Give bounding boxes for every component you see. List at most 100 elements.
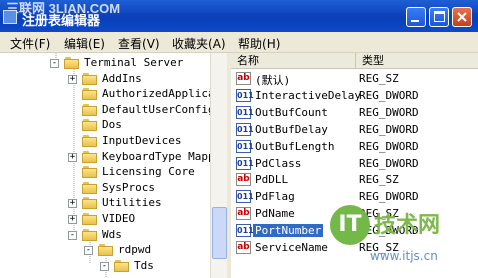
- tree-item-label: InputDevices: [102, 134, 182, 147]
- column-header-name[interactable]: 名称: [231, 53, 355, 69]
- title-bar: 三联网 3LIAN.COM 注册表编辑器: [0, 0, 478, 32]
- tree-item-label: Licensing Core: [102, 165, 195, 179]
- dword-value-icon: 011: [236, 105, 254, 119]
- folder-icon: [82, 135, 98, 147]
- value-name: InteractiveDelay: [255, 88, 361, 102]
- string-value-icon: ab: [236, 173, 251, 187]
- dword-value-icon: 011: [236, 190, 254, 204]
- registry-tree[interactable]: - Terminal Server + AddIns AuthorizedApplica…: [0, 53, 210, 278]
- collapse-icon[interactable]: -: [84, 246, 93, 256]
- expand-icon[interactable]: +: [68, 199, 77, 209]
- folder-icon: [82, 72, 98, 85]
- tree-item-label: AddIns: [102, 71, 142, 85]
- value-row[interactable]: 011 InteractiveDelay REG_DWORD: [231, 87, 478, 104]
- dword-value-icon: 011: [236, 139, 254, 153]
- value-type: REG_SZ: [359, 173, 399, 187]
- folder-icon: [82, 88, 98, 101]
- tree-scrollbar[interactable]: [210, 53, 228, 278]
- column-header-type[interactable]: 类型: [355, 53, 478, 69]
- tree-item[interactable]: - Tds: [0, 258, 210, 274]
- tree-item-label: Wds: [102, 227, 122, 241]
- tree-item[interactable]: AuthorizedApplica: [0, 86, 210, 102]
- tree-item[interactable]: + KeyboardType Mapp:: [0, 149, 210, 165]
- tree-item-label: SysProcs: [102, 180, 155, 194]
- value-name: PortNumber: [253, 224, 324, 238]
- value-type: REG_DWORD: [359, 190, 419, 204]
- tree-item-label: Terminal Server: [84, 56, 184, 69]
- folder-icon: [82, 197, 98, 210]
- tree-item[interactable]: + AddIns: [0, 71, 210, 87]
- maximize-button[interactable]: [429, 7, 449, 27]
- value-name: OutBufDelay: [255, 122, 328, 136]
- expand-icon[interactable]: +: [68, 152, 77, 162]
- dword-value-icon: 011: [236, 88, 254, 102]
- folder-icon: [114, 259, 130, 272]
- folder-icon: [82, 181, 98, 194]
- dword-value-icon: 011: [236, 224, 254, 238]
- menu-view[interactable]: 查看(V): [118, 35, 160, 52]
- value-row[interactable]: 011 OutBufDelay REG_DWORD: [231, 121, 478, 138]
- menu-edit[interactable]: 编辑(E): [64, 35, 105, 52]
- tree-item[interactable]: InputDevices: [0, 133, 210, 149]
- tree-item-label: Utilities: [102, 196, 162, 210]
- string-value-icon: ab: [236, 72, 251, 85]
- window-title: 注册表编辑器: [22, 10, 100, 29]
- string-value-icon: ab: [236, 207, 251, 221]
- value-row[interactable]: 011 PdClass REG_DWORD: [231, 155, 478, 172]
- expand-icon[interactable]: +: [68, 215, 77, 224]
- tree-item[interactable]: - Terminal Server: [0, 55, 210, 71]
- dword-value-icon: 011: [236, 156, 254, 170]
- tree-item-label: DefaultUserConfig: [102, 102, 210, 116]
- dword-value-icon: 011: [236, 122, 254, 136]
- collapse-icon[interactable]: -: [100, 261, 109, 271]
- folder-icon: [98, 244, 114, 257]
- string-value-icon: ab: [236, 241, 251, 254]
- tree-scrollbar-thumb[interactable]: [212, 207, 227, 259]
- folder-icon: [82, 213, 98, 225]
- value-name: PdFlag: [255, 190, 295, 204]
- folder-icon: [82, 166, 98, 179]
- tree-item[interactable]: - Wds: [0, 227, 210, 243]
- minimize-button[interactable]: [406, 7, 426, 27]
- value-name: OutBufLength: [255, 139, 335, 153]
- menu-help[interactable]: 帮助(H): [238, 35, 280, 52]
- value-type: REG_DWORD: [359, 139, 419, 153]
- tree-item-label: AuthorizedApplica: [102, 87, 210, 101]
- collapse-icon[interactable]: -: [68, 230, 77, 240]
- window-title-text: 注册表编辑器: [22, 14, 101, 29]
- menu-favorites[interactable]: 收藏夹(A): [172, 35, 226, 52]
- value-name: PdDLL: [255, 173, 289, 187]
- value-name: ServiceName: [255, 241, 328, 254]
- value-row[interactable]: ab PdDLL REG_SZ: [231, 171, 478, 188]
- expand-icon[interactable]: +: [68, 74, 77, 84]
- value-name: OutBufCount: [255, 105, 328, 119]
- close-button[interactable]: [452, 7, 472, 27]
- folder-icon: [64, 57, 80, 69]
- tree-item[interactable]: - rdpwd: [0, 242, 210, 258]
- tree-item[interactable]: + Utilities: [0, 195, 210, 211]
- watermark-logo: IT: [330, 205, 370, 245]
- tree-item[interactable]: DefaultUserConfig: [0, 102, 210, 118]
- value-row[interactable]: 011 PdFlag REG_DWORD: [231, 188, 478, 205]
- app-icon: [3, 10, 17, 24]
- value-name: PdClass: [255, 156, 302, 170]
- value-row[interactable]: 011 OutBufCount REG_DWORD: [231, 104, 478, 121]
- value-name: PdName: [255, 207, 295, 221]
- folder-icon: [82, 103, 98, 116]
- tree-item[interactable]: Dos: [0, 117, 210, 133]
- tree-item[interactable]: Licensing Core: [0, 164, 210, 180]
- collapse-icon[interactable]: -: [50, 59, 59, 68]
- tree-item-label: KeyboardType Mapp:: [102, 149, 210, 163]
- value-type: REG_DWORD: [359, 88, 419, 102]
- tree-item[interactable]: + VIDEO: [0, 211, 210, 227]
- value-row[interactable]: ab (默认) REG_SZ: [231, 70, 478, 87]
- watermark-url: www.itjs.cn: [370, 249, 438, 263]
- tree-item-label: Tds: [134, 258, 154, 272]
- tree-item-label: VIDEO: [102, 212, 136, 225]
- tree-item[interactable]: SysProcs: [0, 180, 210, 196]
- site-watermark: IT 技术网 www.itjs.cn: [330, 205, 478, 275]
- menu-file[interactable]: 文件(F): [10, 35, 50, 52]
- watermark-title: 技术网: [374, 213, 441, 238]
- value-row[interactable]: 011 OutBufLength REG_DWORD: [231, 138, 478, 155]
- folder-icon: [82, 119, 98, 132]
